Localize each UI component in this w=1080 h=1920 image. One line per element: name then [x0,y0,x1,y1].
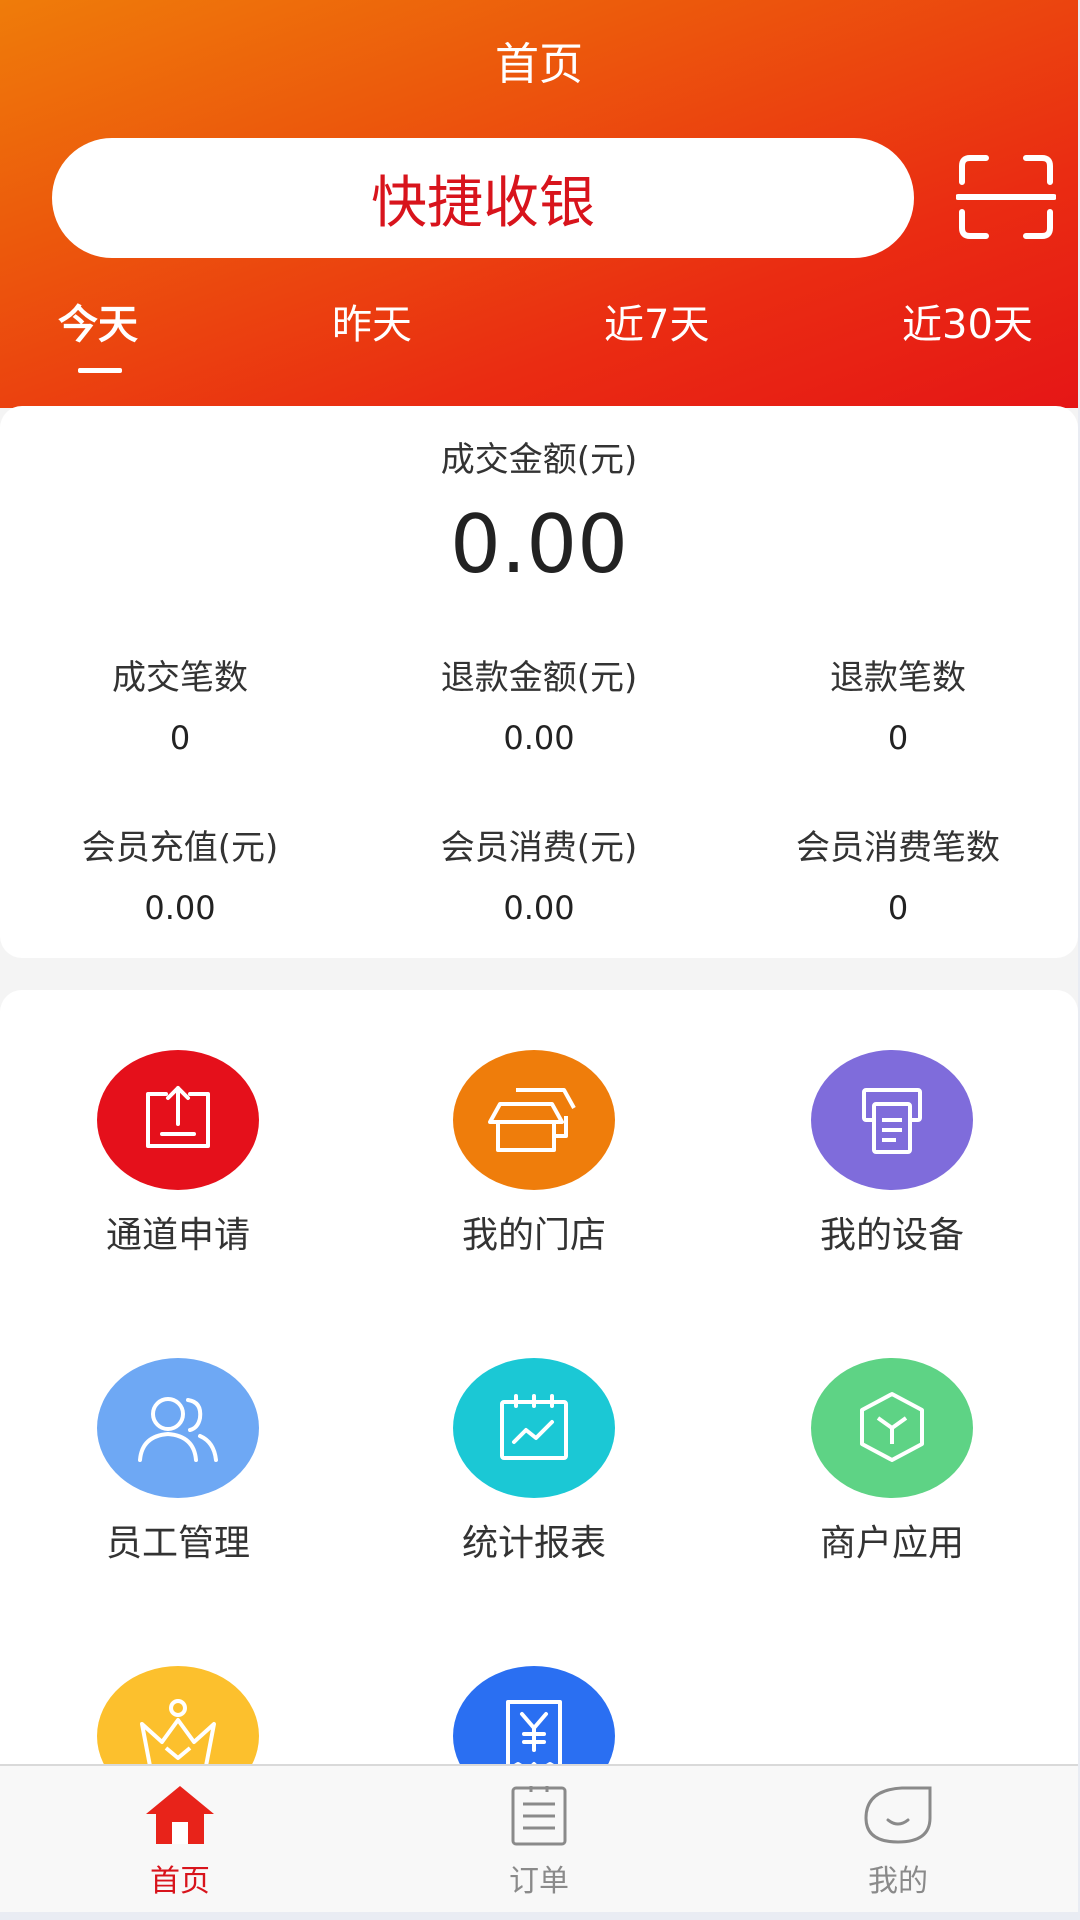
menu-item-label: 我的设备 [819,1215,964,1256]
date-tabs: 今天 昨天 近7天 近30天 [0,292,1078,372]
tab-yesterday[interactable]: 昨天 [332,292,412,350]
menu-item-label: 统计报表 [461,1523,606,1564]
main-stat-value: 0.00 [449,498,629,591]
stat-item: 退款笔数 0 [718,650,1078,757]
stat-item: 会员消费笔数 0 [718,820,1078,927]
stats-card: 成交金额(元) 0.00 成交笔数 0 退款金额(元) 0.00 退款笔数 0 … [0,406,1078,958]
store-icon [453,1050,615,1190]
menu-item-label: 员工管理 [105,1523,250,1564]
stat-label: 会员消费笔数 [796,828,1000,868]
stat-label: 退款笔数 [830,658,966,698]
stat-item: 成交笔数 0 [0,650,360,757]
menu-item-staff[interactable]: 员工管理 [28,1358,328,1566]
menu-item-label: 商户应用 [819,1523,964,1564]
stat-item: 会员充值(元) 0.00 [0,820,360,927]
stat-label: 会员充值(元) [81,828,279,868]
stat-value: 0.00 [144,889,216,927]
stat-value: 0 [169,719,191,757]
stat-item: 会员消费(元) 0.00 [359,820,719,927]
nav-orders[interactable]: 订单 [439,1784,639,1900]
home-icon [146,1786,214,1844]
menu-grid: 通道申请 我的门店 我的设备 员工管理 统计报表 商户应用 [0,990,1078,1790]
bottom-nav: 首页 订单 我的 [0,1764,1078,1912]
nav-label: 首页 [150,1864,210,1899]
stat-item: 退款金额(元) 0.00 [359,650,719,757]
profile-icon [864,1786,932,1844]
stat-value: 0.00 [503,889,575,927]
cube-icon [811,1358,973,1498]
stat-label: 成交笔数 [112,658,248,698]
upload-icon [97,1050,259,1190]
nav-home[interactable]: 首页 [80,1784,280,1900]
menu-item-my-device[interactable]: 我的设备 [742,1050,1042,1258]
stat-label: 会员消费(元) [440,828,638,868]
menu-item-label: 我的门店 [461,1215,606,1256]
menu-item-channel-apply[interactable]: 通道申请 [28,1050,328,1258]
stat-value: 0 [887,889,909,927]
menu-item-merchant-apps[interactable]: 商户应用 [742,1358,1042,1566]
device-icon [811,1050,973,1190]
stat-value: 0.00 [503,719,575,757]
staff-icon [97,1358,259,1498]
header: 首页 快捷收银 今天 昨天 近7天 近30天 [0,0,1078,408]
menu-item-my-store[interactable]: 我的门店 [384,1050,684,1258]
stat-label: 退款金额(元) [440,658,638,698]
report-icon [453,1358,615,1498]
menu-item-label: 通道申请 [105,1215,250,1256]
nav-profile[interactable]: 我的 [798,1784,998,1900]
quick-pay-button[interactable]: 快捷收银 [52,138,914,258]
order-icon [511,1786,567,1846]
menu-item-report[interactable]: 统计报表 [384,1358,684,1566]
page: 首页 快捷收银 今天 昨天 近7天 近30天 成交金额(元) 0.00 成交笔数… [0,0,1078,1912]
nav-label: 订单 [509,1864,569,1899]
tab-indicator [78,368,122,373]
tab-7days[interactable]: 近7天 [604,292,709,350]
stat-value: 0 [887,719,909,757]
nav-label: 我的 [868,1864,928,1899]
tab-today[interactable]: 今天 [58,292,138,350]
tab-30days[interactable]: 近30天 [902,292,1033,350]
scan-icon[interactable] [956,154,1056,240]
main-stat-label: 成交金额(元) [440,440,638,480]
page-title: 首页 [495,39,583,90]
